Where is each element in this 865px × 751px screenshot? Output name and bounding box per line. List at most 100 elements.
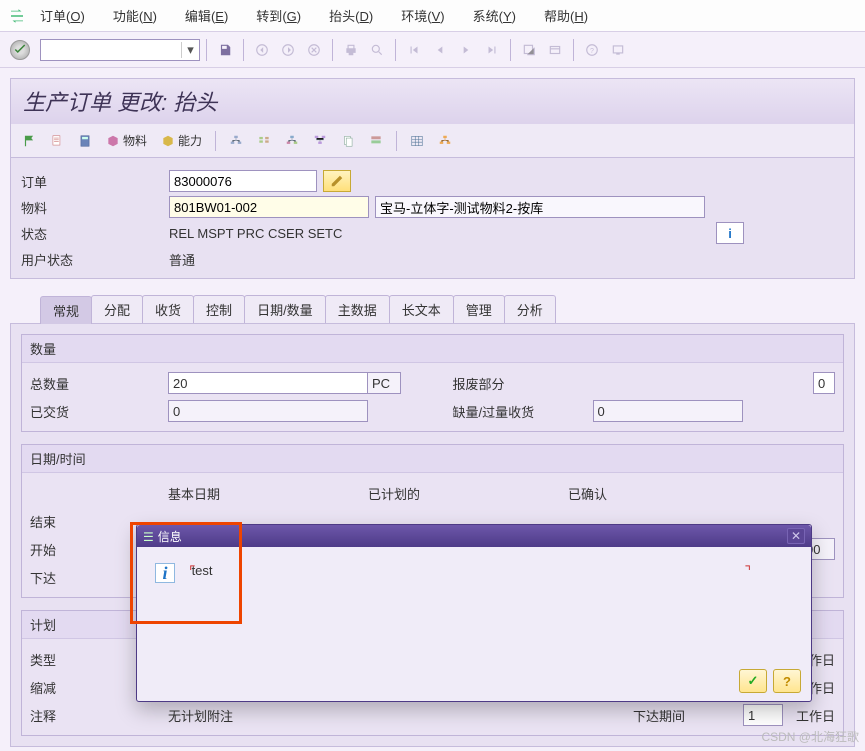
layout-button[interactable] <box>606 39 630 61</box>
popup-message: test <box>192 563 213 578</box>
table-button[interactable] <box>405 130 429 152</box>
order-search-help[interactable] <box>323 170 351 192</box>
qty-group-title: 数量 <box>22 335 843 363</box>
cancel-button[interactable] <box>302 39 326 61</box>
next-page-button[interactable] <box>454 39 478 61</box>
col-confirmed: 已确认 <box>568 484 728 503</box>
row-start-label: 开始 <box>30 540 120 559</box>
popup-close-button[interactable]: ✕ <box>787 528 805 544</box>
info-icon: i <box>155 563 175 583</box>
capacity-button[interactable]: 能力 <box>156 130 207 152</box>
watermark: CSDN @北海狂歌 <box>761 728 859 745</box>
remark-label: 注释 <box>30 706 168 725</box>
menu-function[interactable]: 功能(N) <box>113 6 157 25</box>
user-status-value: 普通 <box>169 250 195 269</box>
calc-button[interactable] <box>73 130 97 152</box>
wbs-button[interactable] <box>433 130 457 152</box>
tab-assign[interactable]: 分配 <box>91 295 143 323</box>
uom-field: PC <box>367 372 401 394</box>
doc-button[interactable] <box>45 130 69 152</box>
schedule-button[interactable] <box>364 130 388 152</box>
menu-bar: 订单(O) 功能(N) 编辑(E) 转到(G) 抬头(D) 环境(V) 系统(Y… <box>0 0 865 32</box>
popup-titlebar[interactable]: ☰信息 ✕ <box>137 525 811 547</box>
material-button[interactable]: 物料 <box>101 130 152 152</box>
status-value: REL MSPT PRC CSER SETC <box>169 226 716 241</box>
right2-label: 下达期间 <box>633 706 743 725</box>
col-planned: 已计划的 <box>368 484 568 503</box>
tab-analysis[interactable]: 分析 <box>504 295 556 323</box>
scrap-label: 报废部分 <box>433 374 593 393</box>
popup-help-button[interactable] <box>773 669 801 693</box>
tab-control[interactable]: 控制 <box>193 295 245 323</box>
save-button[interactable] <box>213 39 237 61</box>
tab-general[interactable]: 常规 <box>40 296 92 324</box>
remark-value: 无计划附注 <box>168 706 233 725</box>
right2-days[interactable]: 1 <box>743 704 783 726</box>
menu-goto[interactable]: 转到(G) <box>256 6 301 25</box>
menu-order[interactable]: 订单(O) <box>40 6 85 25</box>
print-button[interactable] <box>339 39 363 61</box>
dropdown-icon[interactable]: ▾ <box>181 42 199 58</box>
tab-master[interactable]: 主数据 <box>325 295 390 323</box>
new-session-button[interactable] <box>517 39 541 61</box>
material-desc: 宝马-立体字-测试物料2-按库 <box>375 196 705 218</box>
tab-admin[interactable]: 管理 <box>453 295 505 323</box>
enter-button[interactable] <box>10 40 30 60</box>
tab-longtext[interactable]: 长文本 <box>389 295 454 323</box>
menu-help[interactable]: 帮助(H) <box>544 6 588 25</box>
order-field[interactable]: 83000076 <box>169 170 317 192</box>
bracket-right: ⌝ <box>744 563 751 580</box>
menu-edit[interactable]: 编辑(E) <box>185 6 228 25</box>
col-basic: 基本日期 <box>168 484 368 503</box>
system-toolbar: ▾ ? <box>0 32 865 68</box>
popup-title-text: 信息 <box>158 530 182 544</box>
tab-receipt[interactable]: 收货 <box>142 295 194 323</box>
prev-page-button[interactable] <box>428 39 452 61</box>
popup-ok-button[interactable] <box>739 669 767 693</box>
docs-button[interactable] <box>336 130 360 152</box>
menu-system[interactable]: 系统(Y) <box>473 6 516 25</box>
svg-text:?: ? <box>590 47 594 54</box>
first-page-button[interactable] <box>402 39 426 61</box>
row-release-label: 下达 <box>30 568 120 587</box>
qty-group: 数量 总数量 20 PC 报废部分 0 已交货 0 <box>21 334 844 432</box>
shortcut-button[interactable] <box>543 39 567 61</box>
total-qty-field[interactable]: 20 <box>168 372 368 394</box>
unit-wd-3: 工作日 <box>783 706 835 725</box>
back-button[interactable] <box>250 39 274 61</box>
row-end-label: 结束 <box>30 512 120 531</box>
short-field: 0 <box>593 400 743 422</box>
total-qty-label: 总数量 <box>30 374 168 393</box>
hierarchy-button[interactable] <box>224 130 248 152</box>
page-title-area: 生产订单 更改: 抬头 物料 能力 <box>10 78 855 158</box>
header-block: 订单 83000076 物料 801BW01-002 宝马-立体字-测试物料2-… <box>10 158 855 279</box>
info-popup: ☰信息 ✕ i ⌜ test ⌝ <box>136 524 812 702</box>
scrap-field[interactable]: 0 <box>813 372 835 394</box>
tab-dates[interactable]: 日期/数量 <box>244 295 326 323</box>
command-field[interactable]: ▾ <box>40 39 200 61</box>
exit-button[interactable] <box>276 39 300 61</box>
menu-header[interactable]: 抬头(D) <box>329 6 373 25</box>
help-button[interactable]: ? <box>580 39 604 61</box>
delivered-field: 0 <box>168 400 368 422</box>
flag-button[interactable] <box>17 130 41 152</box>
last-page-button[interactable] <box>480 39 504 61</box>
short-label: 缺量/过量收货 <box>433 402 593 421</box>
order-label: 订单 <box>21 172 169 191</box>
material-label: 物料 <box>21 198 169 217</box>
operations-button[interactable] <box>252 130 276 152</box>
menu-icon[interactable] <box>8 9 26 23</box>
menu-env[interactable]: 环境(V) <box>401 6 444 25</box>
page-title: 生产订单 更改: 抬头 <box>11 79 854 123</box>
material-field[interactable]: 801BW01-002 <box>169 196 369 218</box>
find-button[interactable] <box>365 39 389 61</box>
status-label: 状态 <box>21 224 169 243</box>
user-status-label: 用户状态 <box>21 250 169 269</box>
network-button[interactable] <box>308 130 332 152</box>
components-button[interactable] <box>280 130 304 152</box>
delivered-label: 已交货 <box>30 402 168 421</box>
status-info-button[interactable]: i <box>716 222 744 244</box>
tab-strip: 常规 分配 收货 控制 日期/数量 主数据 长文本 管理 分析 <box>10 295 855 323</box>
date-group-title: 日期/时间 <box>22 445 843 473</box>
app-toolbar: 物料 能力 <box>11 123 854 157</box>
